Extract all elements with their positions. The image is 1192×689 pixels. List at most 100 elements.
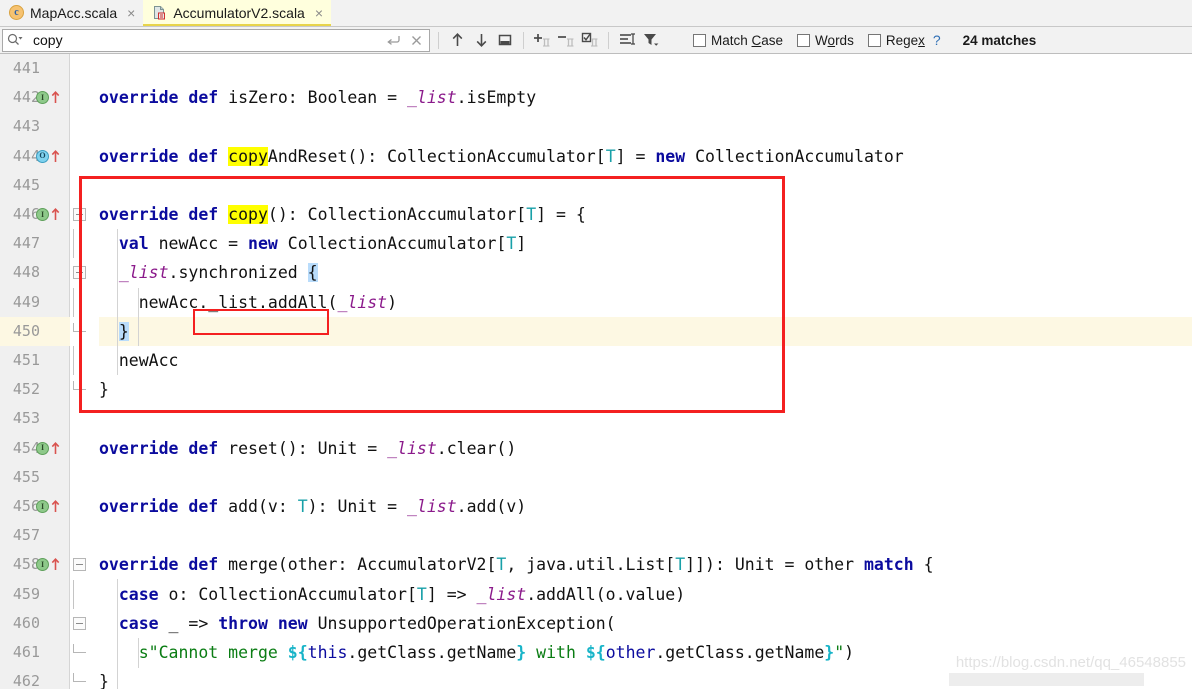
toolbar-divider-2 xyxy=(523,31,524,49)
remove-selection-icon[interactable] xyxy=(554,29,578,51)
clear-search-icon[interactable] xyxy=(410,34,423,47)
override-arrow-icon[interactable] xyxy=(50,499,61,514)
override-arrow-icon[interactable] xyxy=(50,149,61,164)
indent-guide xyxy=(117,229,118,375)
editor-line[interactable]: 456 I override def add(v: T): Unit = _li… xyxy=(0,492,1192,521)
editor-line[interactable]: 459 case o: CollectionAccumulator[T] => … xyxy=(0,579,1192,609)
code-line-text: override def reset(): Unit = _list.clear… xyxy=(99,438,517,458)
code-editor[interactable]: 441 442 I override def isZero: Boolean =… xyxy=(0,54,1192,689)
gutter-icons[interactable]: I xyxy=(36,550,68,579)
indent-guide xyxy=(117,579,118,689)
editor-line[interactable]: 443 xyxy=(0,112,1192,141)
close-icon[interactable]: × xyxy=(127,6,135,20)
find-toolbar: copy Match Case Words Regex ? 24 matches xyxy=(0,27,1192,54)
add-selection-icon[interactable] xyxy=(530,29,554,51)
line-number: 444 xyxy=(12,146,40,165)
editor-line-current[interactable]: 450 } xyxy=(0,316,1192,346)
editor-line[interactable]: 445 xyxy=(0,171,1192,200)
match-case-checkbox[interactable]: Match Case xyxy=(693,33,783,48)
implements-icon[interactable]: I xyxy=(36,208,49,222)
code-line-text: s"Cannot merge ${this.getClass.getName} … xyxy=(138,643,855,662)
editor-line[interactable]: 446 I override def copy(): CollectionAcc… xyxy=(0,200,1192,229)
fold-line xyxy=(73,229,74,259)
gutter-icons[interactable]: I xyxy=(36,200,68,229)
editor-tab-bar: c MapAcc.scala × AccumulatorV2.scala × xyxy=(0,0,1192,27)
implements-icon[interactable]: I xyxy=(36,500,49,514)
gutter-icons[interactable]: I xyxy=(36,492,68,521)
multiline-toggle-icon[interactable] xyxy=(385,33,402,47)
gutter-icons[interactable]: I xyxy=(36,83,68,112)
override-arrow-icon[interactable] xyxy=(50,441,61,456)
override-arrow-icon[interactable] xyxy=(50,557,61,572)
fold-end-marker[interactable] xyxy=(73,673,86,683)
tab-mapacc-scala[interactable]: c MapAcc.scala × xyxy=(0,0,144,26)
fold-marker[interactable] xyxy=(73,558,86,572)
fold-end-marker[interactable] xyxy=(73,381,86,391)
gutter-icons[interactable]: O xyxy=(36,142,68,171)
editor-line[interactable]: 444 O override def copyAndReset(): Colle… xyxy=(0,142,1192,171)
editor-line[interactable]: 452 } xyxy=(0,375,1192,404)
fold-marker[interactable] xyxy=(73,208,86,221)
indent-guide xyxy=(138,288,139,346)
filter-icon[interactable] xyxy=(639,29,663,51)
editor-line[interactable]: 460 case _ => throw new UnsupportedOpera… xyxy=(0,609,1192,638)
close-icon[interactable]: × xyxy=(315,6,323,20)
editor-line[interactable]: 447 val newAcc = new CollectionAccumulat… xyxy=(0,229,1192,259)
fold-line xyxy=(73,287,74,317)
code-line-text: override def merge(other: AccumulatorV2[… xyxy=(99,555,934,575)
editor-line[interactable]: 449 newAcc._list.addAll(_list) xyxy=(0,287,1192,317)
tab-label: MapAcc.scala xyxy=(30,4,118,21)
editor-line[interactable]: 457 xyxy=(0,521,1192,550)
watermark-text: https://blog.csdn.net/qq_46548855 xyxy=(955,654,1186,671)
override-arrow-icon[interactable] xyxy=(50,207,61,222)
implements-icon[interactable]: I xyxy=(36,91,49,105)
find-in-selection-icon[interactable] xyxy=(615,29,639,51)
find-next-icon[interactable] xyxy=(469,29,493,51)
editor-line[interactable]: 448 _list.synchronized { xyxy=(0,258,1192,287)
fold-marker[interactable] xyxy=(73,266,86,280)
find-previous-icon[interactable] xyxy=(445,29,469,51)
line-number: 443 xyxy=(12,117,40,136)
line-number: 459 xyxy=(12,584,40,603)
editor-line[interactable]: 458 I override def merge(other: Accumula… xyxy=(0,550,1192,579)
search-input[interactable]: copy xyxy=(2,28,430,52)
checkbox-box[interactable] xyxy=(867,33,881,47)
regex-help-link[interactable]: ? xyxy=(933,32,941,48)
line-number: 455 xyxy=(12,467,40,486)
editor-line[interactable]: 441 xyxy=(0,54,1192,83)
regex-checkbox[interactable]: Regex xyxy=(867,33,925,48)
gutter-icons[interactable]: I xyxy=(36,434,68,463)
code-line-text: _list.synchronized { xyxy=(118,263,318,283)
open-in-find-window-icon[interactable] xyxy=(493,29,517,51)
code-line-text: override def copyAndReset(): CollectionA… xyxy=(99,146,904,166)
tab-accumulatorv2-scala[interactable]: AccumulatorV2.scala × xyxy=(143,0,332,26)
implements-icon[interactable]: I xyxy=(36,558,49,572)
code-line-text: override def copy(): CollectionAccumulat… xyxy=(99,205,586,224)
code-line-text: override def isZero: Boolean = _list.isE… xyxy=(99,88,537,108)
fold-line xyxy=(73,346,74,376)
fold-marker[interactable] xyxy=(73,616,86,630)
editor-line[interactable]: 454 I override def reset(): Unit = _list… xyxy=(0,434,1192,463)
implements-icon[interactable]: I xyxy=(36,441,49,455)
override-icon[interactable]: O xyxy=(36,149,49,163)
editor-line[interactable]: 442 I override def isZero: Boolean = _li… xyxy=(0,83,1192,112)
code-line-text: case _ => throw new UnsupportedOperation… xyxy=(118,613,616,633)
line-number: 451 xyxy=(12,351,40,369)
line-number: 454 xyxy=(12,438,40,457)
fold-end-marker[interactable] xyxy=(73,644,86,653)
search-dropdown-icon[interactable] xyxy=(7,33,23,47)
line-number: 442 xyxy=(12,88,40,107)
override-arrow-icon[interactable] xyxy=(50,90,61,105)
line-number: 461 xyxy=(12,643,40,661)
mnemonic-letter: C xyxy=(751,32,762,48)
checkbox-box[interactable] xyxy=(797,33,811,47)
fold-end-marker[interactable] xyxy=(73,322,86,332)
words-checkbox[interactable]: Words xyxy=(797,33,854,48)
code-line-text: } xyxy=(99,380,109,400)
editor-line[interactable]: 451 newAcc xyxy=(0,346,1192,376)
checkbox-box[interactable] xyxy=(693,33,706,47)
search-input-value[interactable]: copy xyxy=(27,32,381,48)
editor-line[interactable]: 453 xyxy=(0,404,1192,433)
select-all-occurrences-icon[interactable] xyxy=(578,29,602,51)
editor-line[interactable]: 455 xyxy=(0,463,1192,492)
